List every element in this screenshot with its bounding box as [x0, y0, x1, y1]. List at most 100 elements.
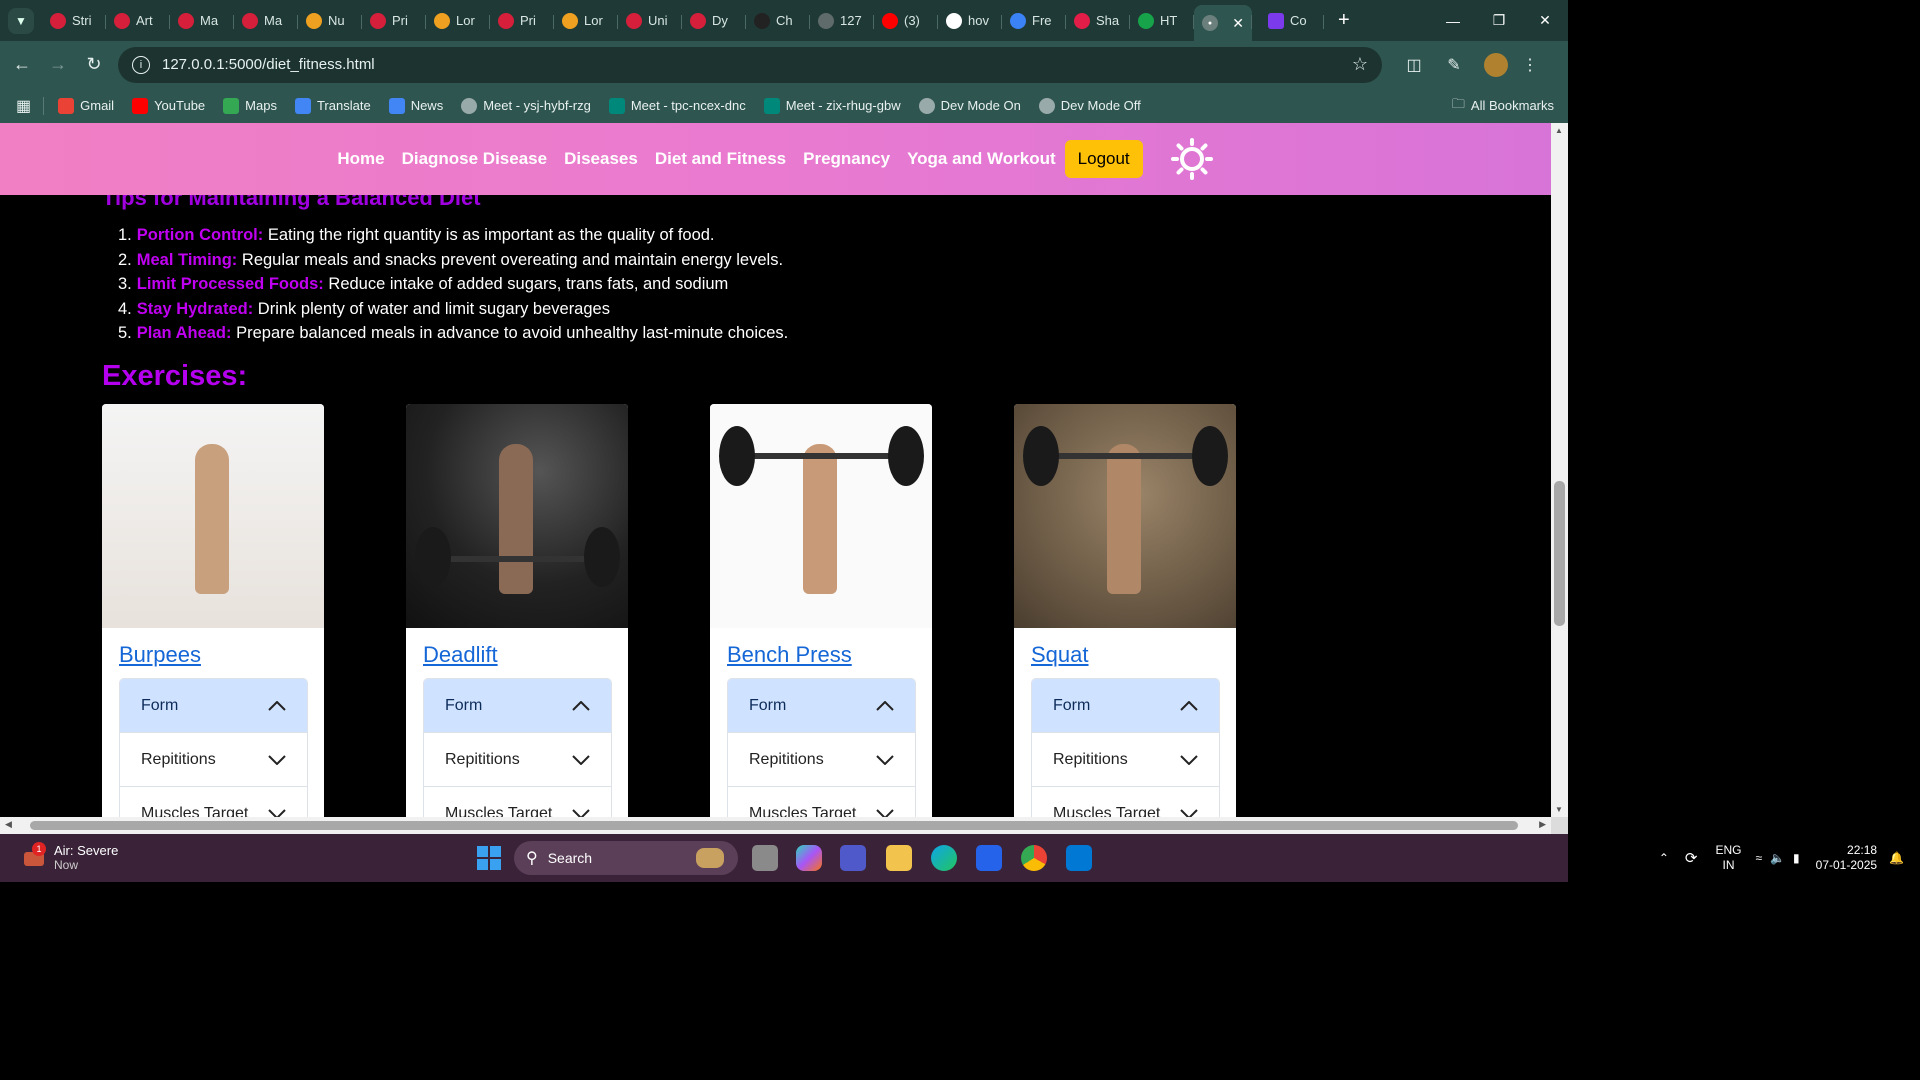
bookmark-item[interactable]: Translate — [294, 97, 371, 114]
exercise-link[interactable]: Bench Press — [727, 642, 932, 668]
close-tab-icon[interactable]: ✕ — [1232, 15, 1244, 32]
nav-home[interactable]: Home — [337, 149, 384, 169]
menu-icon[interactable]: ⋮ — [1512, 47, 1548, 83]
scrollbar-thumb[interactable] — [1554, 481, 1565, 626]
taskbar-search[interactable]: ⚲ Search — [514, 841, 738, 875]
new-tab-button[interactable]: + — [1338, 9, 1350, 32]
tab-item[interactable]: Stri — [42, 5, 106, 37]
tab-item[interactable]: Ma — [170, 5, 234, 37]
profile-avatar[interactable] — [1484, 52, 1508, 77]
site-info-icon[interactable]: i — [132, 55, 150, 74]
weather-widget[interactable]: 1 Air: Severe Now — [22, 842, 118, 873]
teams-icon[interactable] — [840, 845, 866, 871]
horizontal-scrollbar[interactable]: ◀ ▶ — [0, 817, 1551, 834]
tab-item[interactable]: Nu — [298, 5, 362, 37]
tab-item[interactable]: hov — [938, 5, 1002, 37]
accordion-item-repititions[interactable]: Repititions — [424, 733, 611, 787]
sync-icon[interactable]: ⟳ — [1685, 849, 1698, 867]
nav-diseases[interactable]: Diseases — [564, 149, 638, 169]
clock[interactable]: 22:18 07-01-2025 — [1816, 843, 1877, 873]
all-bookmarks-button[interactable]: 🗀 All Bookmarks — [1452, 95, 1554, 117]
scroll-left-icon[interactable]: ◀ — [5, 819, 12, 830]
exercise-link[interactable]: Burpees — [119, 642, 324, 668]
bookmark-item[interactable]: Gmail — [58, 97, 114, 114]
back-button[interactable]: ← — [4, 47, 40, 83]
tab-item[interactable]: Art — [106, 5, 170, 37]
tab-item[interactable]: Uni — [618, 5, 682, 37]
restore-button[interactable]: ❐ — [1476, 0, 1522, 41]
tab-item[interactable]: Pri — [362, 5, 426, 37]
scrollbar-thumb[interactable] — [30, 821, 1518, 830]
apps-grid-icon[interactable]: ▦ — [16, 96, 31, 116]
accordion-item-form[interactable]: Form — [424, 679, 611, 733]
accordion-item-muscles-target[interactable]: Muscles Target — [424, 787, 611, 817]
scroll-right-icon[interactable]: ▶ — [1539, 819, 1546, 830]
tab-item[interactable]: Pri — [490, 5, 554, 37]
task-view-icon[interactable] — [752, 845, 778, 871]
bookmark-item[interactable]: Meet - tpc-ncex-dnc — [608, 97, 746, 114]
bookmark-item[interactable]: Meet - ysj-hybf-rzg — [461, 97, 591, 114]
minimize-button[interactable]: — — [1430, 0, 1476, 41]
chevron-up-icon[interactable]: ⌃ — [1659, 851, 1669, 865]
tab-item[interactable]: Ch — [746, 5, 810, 37]
tab-item[interactable]: Dy — [682, 5, 746, 37]
accordion-item-form[interactable]: Form — [120, 679, 307, 733]
vscode-icon[interactable] — [1066, 845, 1092, 871]
tab-item[interactable]: Fre — [1002, 5, 1066, 37]
tab-active[interactable]: ● ✕ — [1194, 5, 1252, 41]
theme-toggle-sun-icon[interactable] — [1170, 137, 1214, 181]
file-explorer-icon[interactable] — [886, 845, 912, 871]
store-icon[interactable] — [976, 845, 1002, 871]
tab-item[interactable]: Lor — [554, 5, 618, 37]
nav-diet-and-fitness[interactable]: Diet and Fitness — [655, 149, 786, 169]
bookmark-item[interactable]: Meet - zix-rhug-gbw — [763, 97, 901, 114]
wifi-icon[interactable]: ≈ — [1756, 851, 1763, 865]
accordion-item-muscles-target[interactable]: Muscles Target — [1032, 787, 1219, 817]
copilot-icon[interactable] — [796, 845, 822, 871]
scroll-down-icon[interactable]: ▼ — [1555, 805, 1563, 814]
tab-item[interactable]: 127 — [810, 5, 874, 37]
language-indicator[interactable]: ENG IN — [1715, 843, 1741, 873]
lens-icon[interactable]: ◫ — [1396, 47, 1432, 83]
accordion-item-repititions[interactable]: Repititions — [1032, 733, 1219, 787]
scroll-up-icon[interactable]: ▲ — [1555, 126, 1563, 135]
accordion-item-repititions[interactable]: Repititions — [120, 733, 307, 787]
edge-icon[interactable] — [931, 845, 957, 871]
tab-co[interactable]: Co — [1260, 5, 1324, 37]
accordion-item-repititions[interactable]: Repititions — [728, 733, 915, 787]
bookmark-item[interactable]: Dev Mode Off — [1038, 97, 1141, 114]
vertical-scrollbar[interactable]: ▲ ▼ — [1551, 123, 1568, 817]
reload-button[interactable]: ↻ — [76, 47, 112, 83]
nav-diagnose-disease[interactable]: Diagnose Disease — [402, 149, 548, 169]
accordion-item-form[interactable]: Form — [1032, 679, 1219, 733]
exercise-link[interactable]: Deadlift — [423, 642, 628, 668]
url-text[interactable]: 127.0.0.1:5000/diet_fitness.html — [162, 56, 375, 73]
tab-item[interactable]: (3) — [874, 5, 938, 37]
accordion-item-form[interactable]: Form — [728, 679, 915, 733]
tab-search-button[interactable]: ▼ — [8, 7, 34, 34]
bookmark-star-icon[interactable]: ☆ — [1352, 54, 1368, 75]
nav-yoga-and-workout[interactable]: Yoga and Workout — [907, 149, 1056, 169]
bookmark-item[interactable]: Dev Mode On — [918, 97, 1021, 114]
tab-item[interactable]: Ma — [234, 5, 298, 37]
chrome-icon[interactable] — [1021, 845, 1047, 871]
close-window-button[interactable]: ✕ — [1522, 0, 1568, 41]
volume-icon[interactable]: 🔈 — [1770, 851, 1785, 865]
windows-start-icon[interactable] — [477, 846, 501, 870]
logout-button[interactable]: Logout — [1064, 140, 1143, 178]
accordion-item-muscles-target[interactable]: Muscles Target — [728, 787, 915, 817]
bell-icon[interactable]: 🔔 — [1889, 851, 1904, 865]
bookmark-item[interactable]: Maps — [223, 97, 277, 114]
tab-item[interactable]: Sha — [1066, 5, 1130, 37]
exercise-link[interactable]: Squat — [1031, 642, 1236, 668]
battery-icon[interactable]: ▮ — [1793, 851, 1800, 865]
tab-item[interactable]: Lor — [426, 5, 490, 37]
tab-item[interactable]: HT — [1130, 5, 1194, 37]
nav-pregnancy[interactable]: Pregnancy — [803, 149, 890, 169]
accordion-item-muscles-target[interactable]: Muscles Target — [120, 787, 307, 817]
forward-button[interactable]: → — [40, 47, 76, 83]
address-bar[interactable]: i 127.0.0.1:5000/diet_fitness.html ☆ — [118, 46, 1382, 83]
bookmark-item[interactable]: News — [388, 97, 443, 114]
bookmark-item[interactable]: YouTube — [132, 97, 205, 114]
extensions-icon[interactable]: ✎ — [1436, 47, 1472, 83]
